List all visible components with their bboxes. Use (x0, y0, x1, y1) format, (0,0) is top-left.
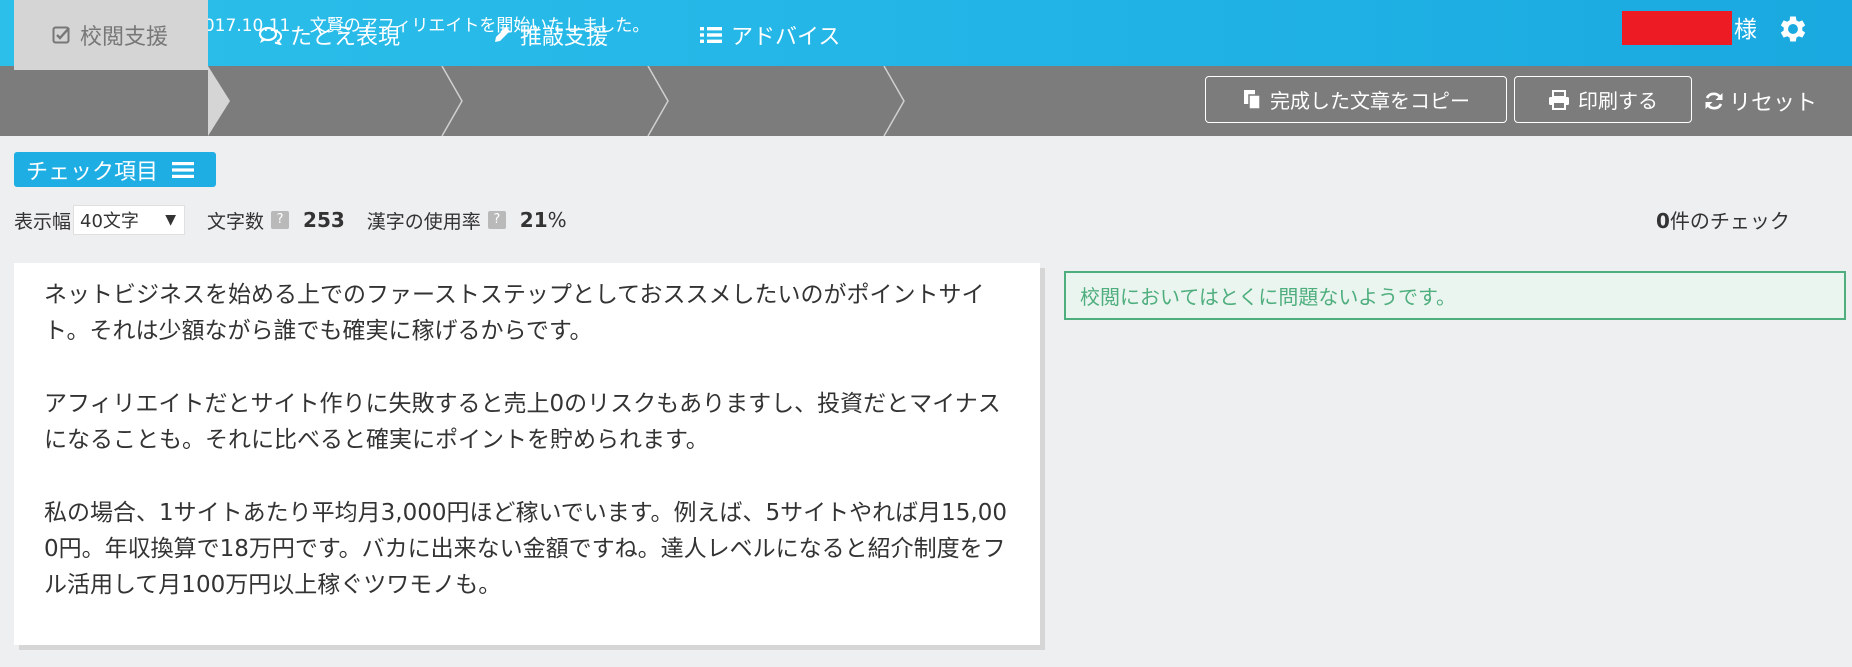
speech-bubbles-icon (258, 26, 282, 45)
check-square-icon (52, 26, 70, 44)
tab-proofreading[interactable]: 校閲支援 (14, 0, 208, 70)
list-icon (700, 27, 722, 43)
check-count: 0件のチェック (1656, 205, 1790, 234)
check-count-suffix: 件のチェック (1669, 209, 1790, 233)
display-width-label: 表示幅 (14, 210, 72, 233)
help-icon[interactable]: ? (487, 211, 506, 229)
display-width-select[interactable]: 40文字 ▼ (73, 205, 186, 235)
tab-metaphor[interactable]: たとえ表現 (258, 0, 400, 70)
stats-bar: 表示幅 40文字 ▼ 文字数 ? 253 漢字の使用率 ? 21% (14, 205, 567, 235)
document-paragraph: ネットビジネスを始める上でのファーストステップとしておススメしたいのがポイントサ… (44, 282, 985, 344)
display-width-value: 40文字 (80, 211, 139, 232)
hamburger-menu-icon (172, 161, 195, 178)
tab-label: アドバイス (731, 25, 841, 50)
check-items-toggle[interactable]: チェック項目 (14, 152, 216, 187)
reset-label: リセット (1729, 91, 1818, 116)
refresh-icon (1705, 92, 1723, 110)
printer-icon (1549, 89, 1569, 110)
reset-button[interactable]: リセット (1703, 86, 1817, 116)
caret-down-icon: ▼ (165, 212, 177, 228)
print-button[interactable]: 印刷する (1514, 76, 1692, 123)
document-editor[interactable]: ネットビジネスを始める上でのファーストステップとしておススメしたいのがポイントサ… (14, 263, 1040, 645)
proofreading-result-message: 校閲においてはとくに問題ないようです。 (1064, 271, 1846, 320)
tab-label: たとえ表現 (290, 25, 401, 50)
pencil-icon (495, 27, 510, 42)
step-chevron (441, 66, 463, 136)
copy-text-label: 完成した文章をコピー (1270, 89, 1470, 113)
document-paragraph: アフィリエイトだとサイト作りに失敗すると売上0のリスクもありますし、投資だとマイ… (44, 391, 1001, 453)
active-tab-arrow (208, 66, 230, 136)
char-count-label: 文字数 (207, 210, 265, 233)
user-name-redacted (1622, 11, 1732, 45)
step-chevron (883, 66, 905, 136)
step-chevron (647, 66, 669, 136)
char-count-value: 253 (303, 208, 345, 232)
help-icon[interactable]: ? (271, 211, 290, 229)
check-count-number: 0 (1656, 209, 1670, 233)
kanji-rate-number: 21 (519, 208, 548, 232)
kanji-rate-label: 漢字の使用率 (366, 210, 481, 233)
user-honorific: 様 (1734, 17, 1757, 43)
print-label: 印刷する (1578, 89, 1658, 113)
copy-text-button[interactable]: 完成した文章をコピー (1205, 76, 1507, 123)
check-items-label: チェック項目 (26, 159, 159, 185)
kanji-rate-unit: % (547, 208, 567, 232)
tab-label: 推敲支援 (520, 25, 609, 50)
tab-label: 校閲支援 (80, 25, 169, 50)
tab-advice[interactable]: アドバイス (699, 0, 840, 70)
tab-revision[interactable]: 推敲支援 (492, 0, 608, 70)
document-paragraph: 私の場合、1サイトあたり平均月3,000円ほど稼いでいます。例えば、5サイトやれ… (44, 500, 1007, 598)
gear-icon[interactable] (1776, 12, 1810, 46)
copy-icon (1244, 89, 1261, 110)
kanji-rate-value: 21% (520, 208, 567, 232)
